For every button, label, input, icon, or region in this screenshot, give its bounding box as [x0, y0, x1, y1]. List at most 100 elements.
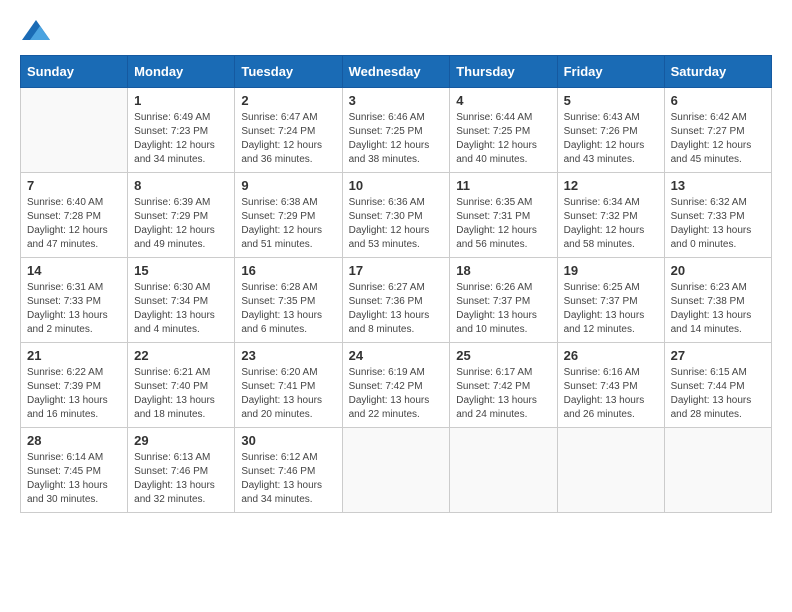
calendar-week-row: 14 Sunrise: 6:31 AMSunset: 7:33 PMDayligh… — [21, 258, 772, 343]
calendar-cell: 9 Sunrise: 6:38 AMSunset: 7:29 PMDaylight… — [235, 173, 342, 258]
day-number: 1 — [134, 93, 228, 108]
day-info: Sunrise: 6:44 AMSunset: 7:25 PMDaylight:… — [456, 111, 550, 167]
calendar-cell: 11 Sunrise: 6:35 AMSunset: 7:31 PMDayligh… — [450, 173, 557, 258]
calendar-cell — [342, 428, 450, 513]
day-info: Sunrise: 6:28 AMSunset: 7:35 PMDaylight:… — [241, 281, 335, 337]
calendar-header-row: SundayMondayTuesdayWednesdayThursdayFrid… — [21, 56, 772, 88]
calendar-cell: 17 Sunrise: 6:27 AMSunset: 7:36 PMDayligh… — [342, 258, 450, 343]
calendar-week-row: 7 Sunrise: 6:40 AMSunset: 7:28 PMDaylight… — [21, 173, 772, 258]
day-info: Sunrise: 6:35 AMSunset: 7:31 PMDaylight:… — [456, 196, 550, 252]
day-number: 7 — [27, 178, 121, 193]
day-number: 11 — [456, 178, 550, 193]
calendar-cell — [557, 428, 664, 513]
day-number: 19 — [564, 263, 658, 278]
day-info: Sunrise: 6:13 AMSunset: 7:46 PMDaylight:… — [134, 451, 228, 507]
logo — [20, 20, 50, 45]
calendar-cell: 10 Sunrise: 6:36 AMSunset: 7:30 PMDayligh… — [342, 173, 450, 258]
day-number: 22 — [134, 348, 228, 363]
day-info: Sunrise: 6:34 AMSunset: 7:32 PMDaylight:… — [564, 196, 658, 252]
calendar-cell: 24 Sunrise: 6:19 AMSunset: 7:42 PMDayligh… — [342, 343, 450, 428]
calendar-cell: 12 Sunrise: 6:34 AMSunset: 7:32 PMDayligh… — [557, 173, 664, 258]
calendar-cell: 21 Sunrise: 6:22 AMSunset: 7:39 PMDayligh… — [21, 343, 128, 428]
day-info: Sunrise: 6:27 AMSunset: 7:36 PMDaylight:… — [349, 281, 444, 337]
day-number: 5 — [564, 93, 658, 108]
calendar-cell — [450, 428, 557, 513]
day-info: Sunrise: 6:36 AMSunset: 7:30 PMDaylight:… — [349, 196, 444, 252]
day-info: Sunrise: 6:38 AMSunset: 7:29 PMDaylight:… — [241, 196, 335, 252]
calendar-cell: 18 Sunrise: 6:26 AMSunset: 7:37 PMDayligh… — [450, 258, 557, 343]
day-number: 23 — [241, 348, 335, 363]
header-day-saturday: Saturday — [664, 56, 771, 88]
day-number: 24 — [349, 348, 444, 363]
day-number: 18 — [456, 263, 550, 278]
day-number: 2 — [241, 93, 335, 108]
day-info: Sunrise: 6:39 AMSunset: 7:29 PMDaylight:… — [134, 196, 228, 252]
day-number: 3 — [349, 93, 444, 108]
calendar-cell: 14 Sunrise: 6:31 AMSunset: 7:33 PMDayligh… — [21, 258, 128, 343]
day-number: 17 — [349, 263, 444, 278]
calendar-cell: 13Sunrise: 6:32 AMSunset: 7:33 PMDayligh… — [664, 173, 771, 258]
day-info: Sunrise: 6:49 AMSunset: 7:23 PMDaylight:… — [134, 111, 228, 167]
calendar-cell: 20 Sunrise: 6:23 AMSunset: 7:38 PMDayligh… — [664, 258, 771, 343]
day-number: 27 — [671, 348, 765, 363]
day-info: Sunrise: 6:17 AMSunset: 7:42 PMDaylight:… — [456, 366, 550, 422]
day-info: Sunrise: 6:30 AMSunset: 7:34 PMDaylight:… — [134, 281, 228, 337]
day-info: Sunrise: 6:31 AMSunset: 7:33 PMDaylight:… — [27, 281, 121, 337]
calendar-table: SundayMondayTuesdayWednesdayThursdayFrid… — [20, 55, 772, 513]
calendar-cell: 6 Sunrise: 6:42 AMSunset: 7:27 PMDaylight… — [664, 88, 771, 173]
calendar-cell: 26 Sunrise: 6:16 AMSunset: 7:43 PMDayligh… — [557, 343, 664, 428]
day-number: 29 — [134, 433, 228, 448]
day-info: Sunrise: 6:26 AMSunset: 7:37 PMDaylight:… — [456, 281, 550, 337]
calendar-cell: 8 Sunrise: 6:39 AMSunset: 7:29 PMDaylight… — [128, 173, 235, 258]
header-day-sunday: Sunday — [21, 56, 128, 88]
day-info: Sunrise: 6:32 AMSunset: 7:33 PMDaylight:… — [671, 196, 765, 252]
day-info: Sunrise: 6:16 AMSunset: 7:43 PMDaylight:… — [564, 366, 658, 422]
day-info: Sunrise: 6:20 AMSunset: 7:41 PMDaylight:… — [241, 366, 335, 422]
calendar-week-row: 1 Sunrise: 6:49 AMSunset: 7:23 PMDaylight… — [21, 88, 772, 173]
day-info: Sunrise: 6:40 AMSunset: 7:28 PMDaylight:… — [27, 196, 121, 252]
day-info: Sunrise: 6:19 AMSunset: 7:42 PMDaylight:… — [349, 366, 444, 422]
logo-icon — [22, 20, 50, 40]
day-info: Sunrise: 6:21 AMSunset: 7:40 PMDaylight:… — [134, 366, 228, 422]
calendar-cell: 3Sunrise: 6:46 AMSunset: 7:25 PMDaylight… — [342, 88, 450, 173]
day-number: 14 — [27, 263, 121, 278]
calendar-cell: 27 Sunrise: 6:15 AMSunset: 7:44 PMDayligh… — [664, 343, 771, 428]
day-number: 8 — [134, 178, 228, 193]
header-day-wednesday: Wednesday — [342, 56, 450, 88]
header-day-friday: Friday — [557, 56, 664, 88]
calendar-cell: 7 Sunrise: 6:40 AMSunset: 7:28 PMDaylight… — [21, 173, 128, 258]
day-number: 25 — [456, 348, 550, 363]
day-number: 10 — [349, 178, 444, 193]
day-number: 9 — [241, 178, 335, 193]
header-day-thursday: Thursday — [450, 56, 557, 88]
calendar-cell: 5 Sunrise: 6:43 AMSunset: 7:26 PMDaylight… — [557, 88, 664, 173]
day-info: Sunrise: 6:23 AMSunset: 7:38 PMDaylight:… — [671, 281, 765, 337]
day-info: Sunrise: 6:12 AMSunset: 7:46 PMDaylight:… — [241, 451, 335, 507]
day-info: Sunrise: 6:43 AMSunset: 7:26 PMDaylight:… — [564, 111, 658, 167]
calendar-cell: 2Sunrise: 6:47 AMSunset: 7:24 PMDaylight… — [235, 88, 342, 173]
day-info: Sunrise: 6:25 AMSunset: 7:37 PMDaylight:… — [564, 281, 658, 337]
day-number: 28 — [27, 433, 121, 448]
day-info: Sunrise: 6:42 AMSunset: 7:27 PMDaylight:… — [671, 111, 765, 167]
day-number: 20 — [671, 263, 765, 278]
day-number: 12 — [564, 178, 658, 193]
calendar-cell: 19 Sunrise: 6:25 AMSunset: 7:37 PMDayligh… — [557, 258, 664, 343]
day-number: 30 — [241, 433, 335, 448]
day-number: 6 — [671, 93, 765, 108]
calendar-cell: 16Sunrise: 6:28 AMSunset: 7:35 PMDayligh… — [235, 258, 342, 343]
calendar-cell: 25 Sunrise: 6:17 AMSunset: 7:42 PMDayligh… — [450, 343, 557, 428]
day-number: 26 — [564, 348, 658, 363]
day-number: 4 — [456, 93, 550, 108]
day-number: 15 — [134, 263, 228, 278]
calendar-cell — [664, 428, 771, 513]
calendar-week-row: 21 Sunrise: 6:22 AMSunset: 7:39 PMDayligh… — [21, 343, 772, 428]
day-number: 21 — [27, 348, 121, 363]
day-info: Sunrise: 6:22 AMSunset: 7:39 PMDaylight:… — [27, 366, 121, 422]
calendar-cell: 30 Sunrise: 6:12 AMSunset: 7:46 PMDayligh… — [235, 428, 342, 513]
day-info: Sunrise: 6:14 AMSunset: 7:45 PMDaylight:… — [27, 451, 121, 507]
calendar-cell: 1 Sunrise: 6:49 AMSunset: 7:23 PMDaylight… — [128, 88, 235, 173]
header-day-tuesday: Tuesday — [235, 56, 342, 88]
header-day-monday: Monday — [128, 56, 235, 88]
calendar-cell: 22 Sunrise: 6:21 AMSunset: 7:40 PMDayligh… — [128, 343, 235, 428]
day-info: Sunrise: 6:15 AMSunset: 7:44 PMDaylight:… — [671, 366, 765, 422]
